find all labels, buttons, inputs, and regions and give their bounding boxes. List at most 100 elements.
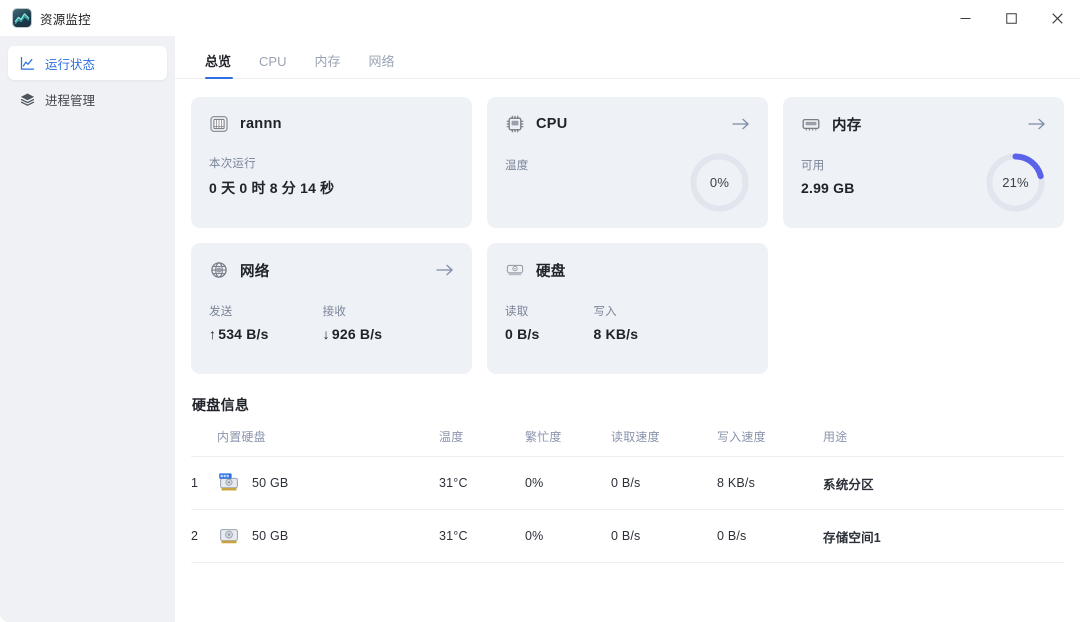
summary-cards: rannn 本次运行 0 天 0 时 8 分 14 秒 CPU 温度 0% 内存… (191, 97, 1064, 374)
metric-value: 2.99 GB (801, 180, 855, 196)
card-uptime[interactable]: rannn 本次运行 0 天 0 时 8 分 14 秒 (191, 97, 472, 228)
cell-busy: 0% (525, 456, 611, 510)
cell-temperature: 31°C (439, 509, 525, 563)
cell-usage: 系统分区 (823, 456, 1064, 510)
card-body: 读取 0 B/s 写入 8 KB/s (505, 303, 750, 342)
metric-label: 可用 (801, 160, 825, 172)
card-header: 网络 (209, 259, 454, 281)
arrow-right-icon[interactable] (1028, 117, 1046, 131)
metric-value: 0 天 0 时 8 分 14 秒 (209, 180, 335, 196)
metric-disk-read: 读取 0 B/s (505, 303, 539, 342)
resource-monitor-window: 资源监控 运行状态 进程管理 总览 CPU 内存 网络 rannn 本次运行 0… (0, 0, 1080, 622)
tab-memory[interactable]: 内存 (300, 55, 354, 78)
ram-stick-icon (801, 114, 821, 134)
hard-disk-system-icon (217, 471, 241, 495)
card-title: 网络 (240, 263, 270, 280)
metric-label: 发送 (209, 306, 233, 318)
sidebar-item-process-manager[interactable]: 进程管理 (8, 82, 167, 116)
card-memory[interactable]: 内存 可用 2.99 GB 21% (783, 97, 1064, 228)
metric-memory-available: 可用 2.99 GB (801, 157, 855, 196)
layers-icon (19, 91, 35, 107)
upload-arrow-icon: ↑ (209, 326, 217, 342)
cpu-usage-ring: 0% (688, 151, 751, 214)
card-header: rannn (209, 113, 454, 135)
cell-usage: 存储空间1 (823, 509, 1064, 563)
card-title: 硬盘 (536, 263, 566, 280)
table-header-row: 内置硬盘 温度 繁忙度 读取速度 写入速度 用途 (191, 428, 1064, 457)
metric-label: 本次运行 (209, 158, 256, 170)
cell-disk-name: 50 GB (217, 509, 439, 563)
window-controls (942, 0, 1080, 36)
cpu-chip-icon (505, 114, 525, 134)
disk-capacity: 50 GB (252, 476, 289, 490)
cell-write-speed: 8 KB/s (717, 456, 823, 510)
disk-capacity: 50 GB (252, 529, 289, 543)
tab-bar: 总览 CPU 内存 网络 (175, 36, 1080, 79)
maximize-button[interactable] (988, 0, 1034, 36)
title-bar: 资源监控 (0, 0, 1080, 36)
sidebar-item-label: 运行状态 (45, 57, 96, 72)
metric-value: ↓ 926 B/s (323, 326, 383, 342)
globe-network-icon (209, 260, 229, 280)
cell-disk-name: 50 GB (217, 456, 439, 510)
metric-network-received: 接收 ↓ 926 B/s (323, 303, 383, 342)
metric-value: 8 KB/s (593, 326, 639, 342)
metric-uptime: 本次运行 0 天 0 时 8 分 14 秒 (209, 155, 334, 198)
window-title: 资源监控 (40, 12, 91, 27)
card-title: 内存 (832, 117, 862, 134)
col-read-speed: 读取速度 (611, 428, 717, 457)
tab-network[interactable]: 网络 (354, 55, 408, 78)
col-index (191, 428, 217, 457)
card-header: 内存 (801, 113, 1046, 135)
table-row[interactable]: 1 50 GB 31°C 0% 0 B/s 8 KB/s 系统分区 (191, 456, 1064, 510)
card-header: 硬盘 (505, 259, 750, 281)
tab-overview[interactable]: 总览 (193, 55, 245, 79)
cell-busy: 0% (525, 509, 611, 563)
metric-value: ↑ 534 B/s (209, 326, 269, 342)
memory-ring-value: 21% (1002, 175, 1029, 190)
col-write-speed: 写入速度 (717, 428, 823, 457)
hard-disk-icon (217, 524, 241, 548)
cell-index: 1 (191, 456, 217, 510)
metric-number: 534 B/s (218, 326, 269, 342)
tab-cpu[interactable]: CPU (245, 55, 300, 78)
metric-label: 接收 (322, 306, 347, 318)
card-body: 本次运行 0 天 0 时 8 分 14 秒 (209, 155, 454, 198)
col-internal-disk: 内置硬盘 (217, 428, 439, 457)
card-title: CPU (536, 116, 568, 132)
card-header: CPU (505, 113, 750, 135)
sidebar-item-running-status[interactable]: 运行状态 (8, 46, 167, 80)
col-busy: 繁忙度 (525, 428, 611, 457)
chart-app-icon (13, 9, 31, 27)
overview-scroll-area: rannn 本次运行 0 天 0 时 8 分 14 秒 CPU 温度 0% 内存… (175, 79, 1080, 622)
sidebar: 运行状态 进程管理 (0, 36, 175, 622)
card-network[interactable]: 网络 发送 ↑ 534 B/s 接收 ↓ 926 B/s (191, 243, 472, 374)
col-usage: 用途 (823, 428, 1064, 457)
metric-label: 读取 (505, 306, 529, 318)
table-header: 内置硬盘 温度 繁忙度 读取速度 写入速度 用途 (191, 428, 1064, 457)
metric-value: 0 B/s (505, 326, 540, 342)
server-rack-icon (209, 114, 229, 134)
cell-read-speed: 0 B/s (611, 456, 717, 510)
metric-label: 写入 (593, 306, 617, 318)
disk-info-table: 内置硬盘 温度 繁忙度 读取速度 写入速度 用途 1 50 GB 31°C 0%… (191, 428, 1064, 563)
arrow-right-icon[interactable] (732, 117, 750, 131)
metric-disk-write: 写入 8 KB/s (593, 303, 638, 342)
title-bar-left: 资源监控 (0, 9, 91, 28)
metric-number: 926 B/s (331, 326, 383, 342)
window-body: 运行状态 进程管理 总览 CPU 内存 网络 rannn 本次运行 0 天 0 … (0, 36, 1080, 622)
download-arrow-icon: ↓ (322, 326, 330, 342)
card-disk[interactable]: 硬盘 读取 0 B/s 写入 8 KB/s (487, 243, 768, 374)
cell-write-speed: 0 B/s (717, 509, 823, 563)
card-cpu[interactable]: CPU 温度 0% (487, 97, 768, 228)
cell-temperature: 31°C (439, 456, 525, 510)
activity-chart-icon (19, 55, 35, 71)
card-title: rannn (240, 116, 282, 132)
table-row[interactable]: 2 50 GB 31°C 0% 0 B/s 0 B/s 存储空间1 (191, 509, 1064, 563)
memory-usage-ring: 21% (984, 151, 1047, 214)
close-button[interactable] (1034, 0, 1080, 36)
metric-network-sent: 发送 ↑ 534 B/s (209, 303, 269, 342)
card-body: 发送 ↑ 534 B/s 接收 ↓ 926 B/s (209, 303, 454, 342)
minimize-button[interactable] (942, 0, 988, 36)
arrow-right-icon[interactable] (436, 263, 454, 277)
